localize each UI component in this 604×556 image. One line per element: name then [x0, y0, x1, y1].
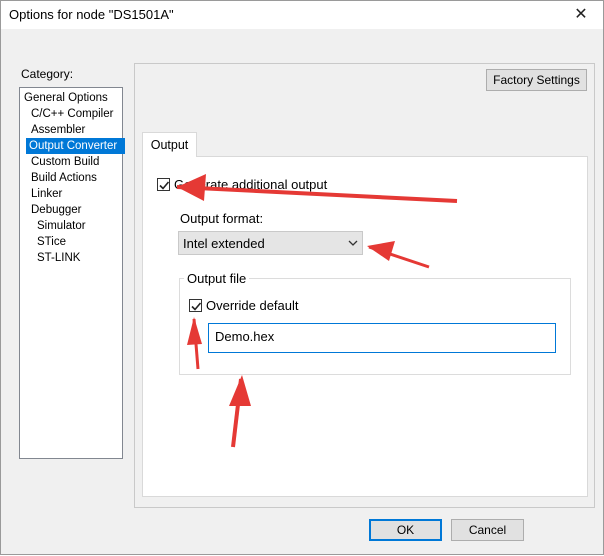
output-filename-input[interactable]: Demo.hex [208, 323, 556, 353]
category-item-st-link[interactable]: ST-LINK [34, 250, 83, 266]
output-filename-value: Demo.hex [215, 329, 275, 344]
category-item-assembler[interactable]: Assembler [28, 122, 88, 138]
title-bar: Options for node "DS1501A" ✕ [1, 1, 603, 29]
category-item-general-options[interactable]: General Options [21, 90, 111, 106]
output-format-value: Intel extended [183, 236, 265, 251]
factory-settings-button[interactable]: Factory Settings [486, 69, 587, 91]
category-item-stice[interactable]: STice [34, 234, 69, 250]
category-list[interactable]: General Options C/C++ Compiler Assembler… [19, 87, 125, 459]
output-format-label: Output format: [180, 211, 264, 226]
window-title: Options for node "DS1501A" [9, 7, 174, 22]
category-item-linker[interactable]: Linker [28, 186, 65, 202]
category-item-debugger[interactable]: Debugger [28, 202, 85, 218]
checkmark-icon [191, 302, 202, 311]
generate-output-checkbox[interactable] [157, 178, 170, 191]
options-dialog: Options for node "DS1501A" ✕ Category: G… [0, 0, 604, 555]
category-item-simulator[interactable]: Simulator [34, 218, 89, 234]
category-item-build-actions[interactable]: Build Actions [28, 170, 100, 186]
override-default-checkbox[interactable] [189, 299, 202, 312]
category-item-output-converter[interactable]: Output Converter [26, 138, 125, 154]
checkmark-icon [159, 181, 170, 190]
category-item-c-compiler[interactable]: C/C++ Compiler [28, 106, 116, 122]
chevron-down-icon [348, 240, 358, 246]
ok-button[interactable]: OK [369, 519, 442, 541]
category-label: Category: [21, 67, 74, 81]
cancel-button[interactable]: Cancel [451, 519, 524, 541]
override-default-label[interactable]: Override default [206, 298, 299, 313]
category-item-custom-build[interactable]: Custom Build [28, 154, 102, 170]
output-format-select[interactable]: Intel extended [178, 231, 363, 255]
close-icon[interactable]: ✕ [565, 3, 597, 27]
output-file-group-title: Output file [184, 271, 250, 286]
generate-output-label[interactable]: Generate additional output [174, 177, 327, 192]
tab-output[interactable]: Output [142, 132, 197, 157]
